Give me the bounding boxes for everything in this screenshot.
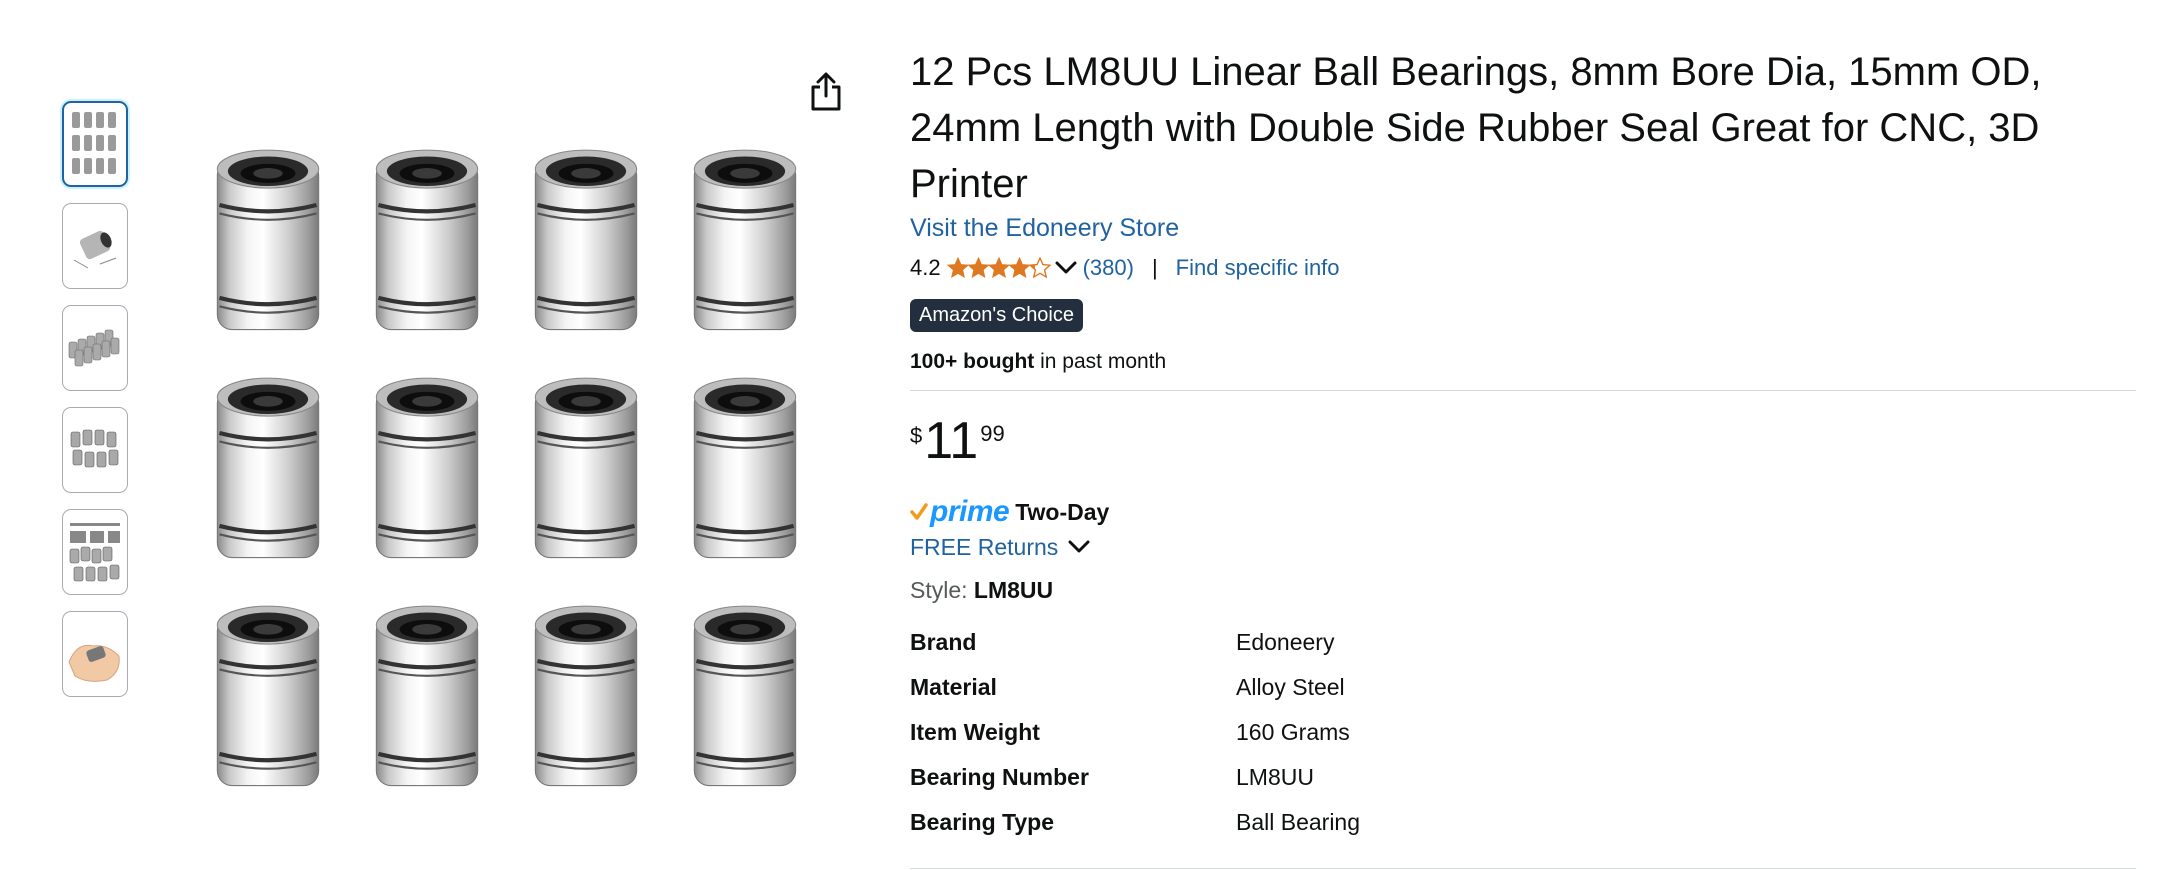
spec-value: Alloy Steel [1236,674,1345,700]
rating-row: 4.2 (380) | Find specific info [910,251,2140,285]
spec-key: Item Weight [910,719,1040,745]
bought-count-rest: in past month [1034,350,1167,373]
amazons-choice-badge[interactable]: Amazon's Choice [910,299,1083,332]
divider [910,390,2136,391]
spec-key: Brand [910,629,977,655]
chevron-down-icon[interactable] [1055,261,1077,275]
free-returns-label[interactable]: FREE Returns [910,534,1058,561]
free-returns[interactable]: FREE Returns [910,531,2140,563]
thumbnail-5[interactable] [62,509,128,595]
table-row: Material Alloy Steel [910,665,1360,710]
thumbnail-image [70,429,119,468]
spec-value: Edoneery [1236,629,1335,655]
rating-value: 4.2 [910,255,941,280]
thumbnail-image [73,230,117,269]
table-row: Item Weight 160 Grams [910,710,1360,755]
style-label: Style: [910,577,974,603]
main-product-image[interactable] [205,140,825,800]
product-info: 12 Pcs LM8UU Linear Ball Bearings, 8mm B… [910,44,2140,845]
prime-delivery: prime Two-Day [910,495,2140,529]
star-rating[interactable] [947,257,1083,279]
prime-check-icon [910,503,928,520]
table-row: Bearing Number LM8UU [910,755,1360,800]
spec-key: Bearing Type [910,809,1054,835]
thumbnail-image [69,523,120,582]
thumbnail-2[interactable] [62,203,128,289]
specs-table: Brand Edoneery Material Alloy Steel Item W… [910,620,1360,845]
price-fraction: 99 [980,421,1005,446]
price: $ 11 99 [910,413,2140,473]
share-icon[interactable] [809,72,843,112]
table-row: Brand Edoneery [910,620,1360,665]
stars-icon [947,257,1051,278]
spec-key: Material [910,674,997,700]
style-selector: Style: LM8UU [910,577,2140,604]
find-info-link[interactable]: Find specific info [1176,255,1340,281]
price-whole: 11 [924,412,979,470]
store-link[interactable]: Visit the Edoneery Store [910,214,2140,243]
product-title: 12 Pcs LM8UU Linear Ball Bearings, 8mm B… [910,50,2042,206]
rating-count-link[interactable]: (380) [1083,255,1134,281]
separator: | [1151,255,1158,280]
table-row: Bearing Type Ball Bearing [910,800,1360,845]
thumbnail-image [68,329,120,367]
thumbnail-4[interactable] [62,407,128,493]
spec-value: Ball Bearing [1236,809,1361,835]
spec-value: 160 Grams [1236,719,1350,745]
thumbnail-image [72,112,116,174]
thumbnail-strip [62,101,132,713]
price-symbol: $ [910,423,923,448]
thumbnail-image [68,644,120,682]
thumbnail-6[interactable] [62,611,128,697]
thumbnail-3[interactable] [62,305,128,391]
divider [910,868,2136,869]
bought-count: 100+ bought in past month [910,350,2140,374]
chevron-down-icon[interactable] [1068,540,1090,554]
prime-logo: prime [930,495,1010,528]
spec-key: Bearing Number [910,764,1089,790]
thumbnail-1[interactable] [62,101,128,187]
bought-count-bold: 100+ bought [910,350,1035,373]
prime-delivery-speed: Two-Day [1015,498,1110,525]
style-value: LM8UU [973,577,1054,603]
spec-value: LM8UU [1236,764,1314,790]
bearings-grid-image [205,140,825,800]
